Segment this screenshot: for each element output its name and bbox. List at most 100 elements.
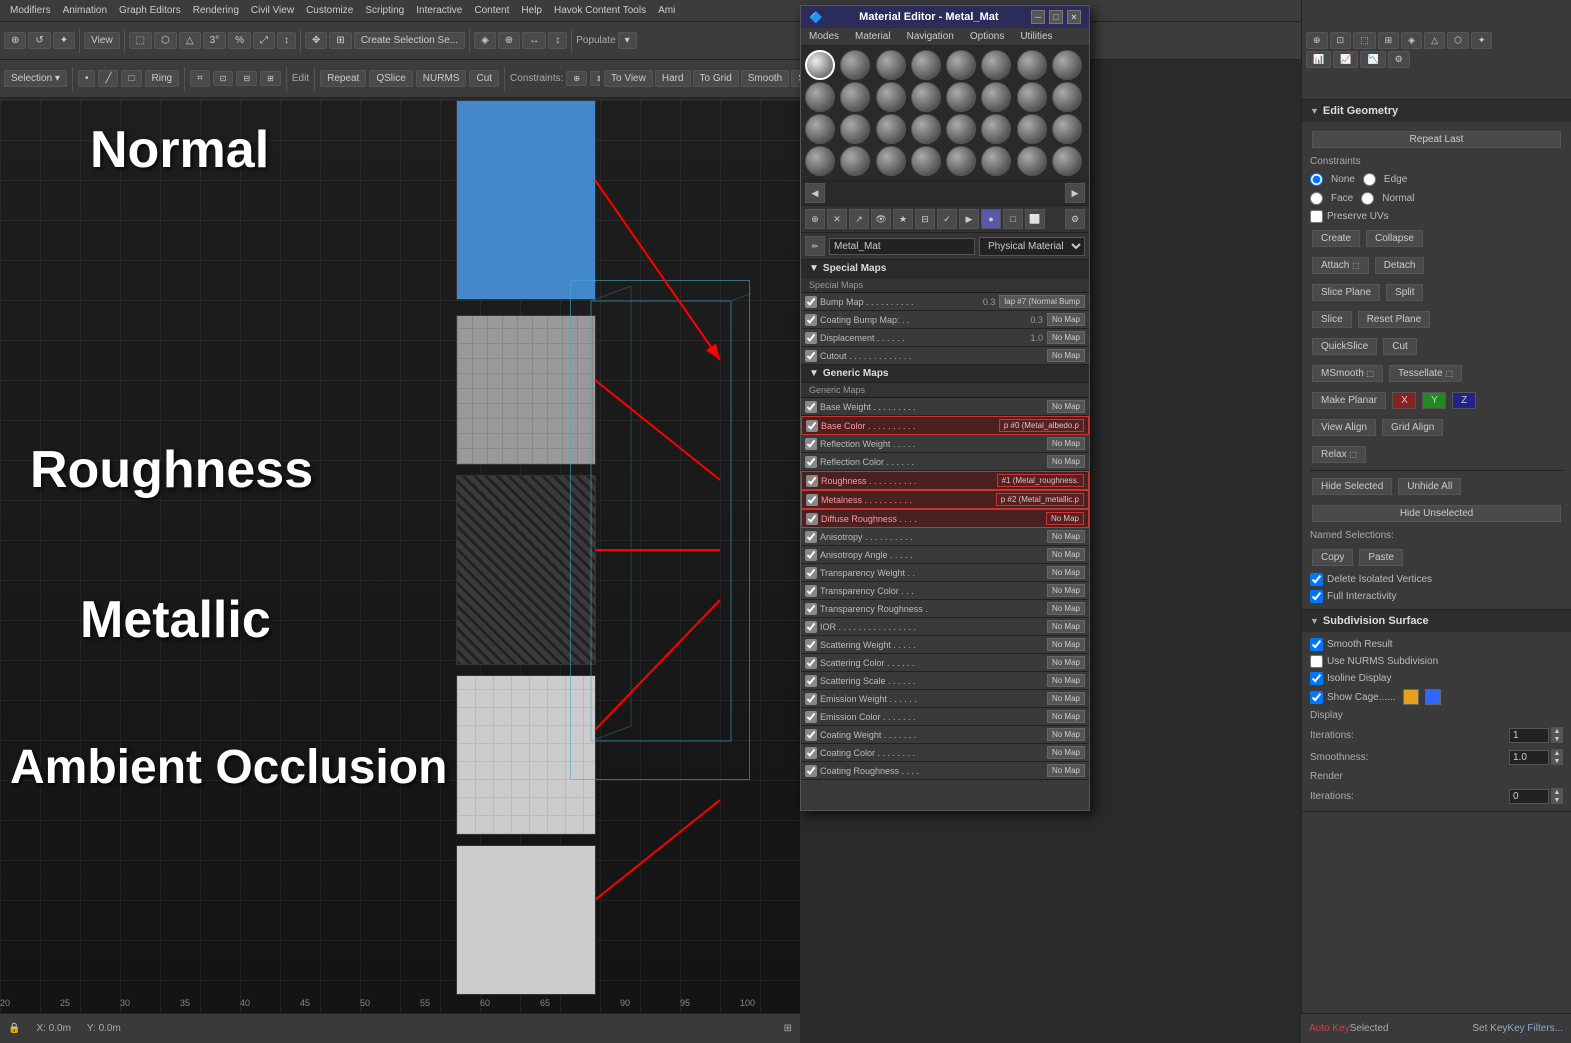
tb-icon-14[interactable]: ⊕ [498,32,520,49]
rp-quickslice-btn[interactable]: QuickSlice [1312,338,1377,355]
sphere-15[interactable] [1052,82,1082,112]
me-nav-btn[interactable]: ✏ [805,236,825,256]
rp-create-btn[interactable]: Create [1312,230,1360,247]
me-map-scatter-scale[interactable]: Scattering Scale . . . . . . No Map [801,672,1089,690]
me-menu-navigation[interactable]: Navigation [899,28,962,45]
me-map-diffrough-btn[interactable]: No Map [1046,512,1084,525]
tb-icon-1[interactable]: ⊕ [4,32,26,49]
me-map-reflweight-check[interactable] [805,438,817,450]
tb-icon-7[interactable]: 3° [203,32,227,49]
rp-icon-9[interactable]: 📊 [1306,51,1331,68]
me-map-coating-color-check[interactable] [805,747,817,759]
me-map-roughness-check[interactable] [806,475,818,487]
cage-color-1[interactable] [1403,689,1419,705]
rp-y-btn[interactable]: Y [1422,392,1446,409]
tb-ring-btn[interactable]: Ring [145,70,180,87]
tb-icon-2[interactable]: ↺ [28,32,50,49]
rp-radio-face[interactable] [1310,192,1323,205]
me-close-btn[interactable]: × [1067,10,1081,24]
me-map-coating-weight-btn[interactable]: No Map [1047,728,1085,741]
me-map-trans-color-check[interactable] [805,585,817,597]
rp-view-align-btn[interactable]: View Align [1312,419,1376,436]
me-map-coating-rough[interactable]: Coating Roughness . . . . No Map [801,762,1089,780]
me-tool-pick[interactable]: ⊕ [805,209,825,229]
sphere-1[interactable] [840,50,870,80]
menu-scripting[interactable]: Scripting [359,3,410,18]
me-map-coatbump-check[interactable] [805,314,817,326]
me-map-coating-color-btn[interactable]: No Map [1047,746,1085,759]
tb-icon-16[interactable]: ↕ [548,32,567,49]
me-map-reflweight[interactable]: Reflection Weight . . . . . No Map [801,435,1089,453]
menu-animation[interactable]: Animation [57,3,113,18]
me-map-trans-weight-check[interactable] [805,567,817,579]
me-map-scatter-scale-btn[interactable]: No Map [1047,674,1085,687]
cage-color-2[interactable] [1425,689,1441,705]
rp-copy-btn[interactable]: Copy [1312,549,1353,566]
me-map-aniso-check[interactable] [805,531,817,543]
me-map-aniso-angle-check[interactable] [805,549,817,561]
me-name-input[interactable] [829,238,975,255]
tb-icon-13[interactable]: ◈ [474,32,496,49]
rp-smoothness-input[interactable] [1509,750,1549,765]
sphere-28[interactable] [946,146,976,176]
sphere-10[interactable] [876,82,906,112]
me-map-basecolor-btn[interactable]: p #0 (Metal_albedo.p [999,419,1084,432]
rp-icon-1[interactable]: ⊕ [1306,32,1328,49]
rp-render-iter-down-btn[interactable]: ▼ [1551,796,1563,804]
me-maps-scroll[interactable]: ▼ Special Maps Special Maps Bump Map . .… [801,260,1089,810]
rp-icon-11[interactable]: 📉 [1360,51,1385,68]
rp-icon-12[interactable]: ⚙ [1388,51,1410,68]
sphere-27[interactable] [911,146,941,176]
me-map-displacement[interactable]: Displacement . . . . . . 1.0 No Map [801,329,1089,347]
menu-rendering[interactable]: Rendering [187,3,245,18]
sphere-13[interactable] [981,82,1011,112]
rp-icon-6[interactable]: △ [1424,32,1445,49]
rp-hide-selected-btn[interactable]: Hide Selected [1312,478,1392,495]
rp-z-btn[interactable]: Z [1452,392,1476,409]
me-map-metalness[interactable]: Metalness . . . . . . . . . . p #2 (Meta… [801,490,1089,509]
sphere-11[interactable] [911,82,941,112]
tb-icon-11[interactable]: ✥ [305,32,327,49]
me-map-emission-weight-check[interactable] [805,693,817,705]
me-arrow-left[interactable]: ◀ [805,183,825,203]
me-map-emission-weight-btn[interactable]: No Map [1047,692,1085,705]
me-map-emission-color-btn[interactable]: No Map [1047,710,1085,723]
me-map-coating-rough-check[interactable] [805,765,817,777]
tb-icon-sm1[interactable]: ⊡ [213,71,234,86]
rp-edit-geometry-header[interactable]: ▼ Edit Geometry [1302,100,1571,122]
me-tool-vert[interactable]: ⬜ [1025,209,1045,229]
me-map-disp-btn[interactable]: No Map [1047,331,1085,344]
me-map-bump-btn[interactable]: lap #7 (Normal Bump [999,295,1085,308]
sphere-20[interactable] [946,114,976,144]
tb-icon-9[interactable]: ⤢ [253,32,275,49]
create-selection-btn[interactable]: Create Selection Se... [354,32,465,49]
me-map-cutout[interactable]: Cutout . . . . . . . . . . . . . No Map [801,347,1089,365]
tb-icon-8[interactable]: % [228,32,251,49]
rp-radio-none[interactable] [1310,173,1323,186]
me-map-coating-rough-btn[interactable]: No Map [1047,764,1085,777]
me-map-reflcolor-btn[interactable]: No Map [1047,455,1085,468]
tb-icon-17[interactable]: ▾ [618,32,637,49]
me-map-aniso-angle-btn[interactable]: No Map [1047,548,1085,561]
me-map-trans-rough-check[interactable] [805,603,817,615]
selection-dropdown[interactable]: Selection ▾ [4,70,67,87]
tb-icon-sm2[interactable]: ⊟ [236,71,257,86]
me-tool-box[interactable]: □ [1003,209,1023,229]
rp-hide-unselected-btn[interactable]: Hide Unselected [1312,505,1561,522]
me-map-ior-btn[interactable]: No Map [1047,620,1085,633]
me-map-scatter-weight[interactable]: Scattering Weight . . . . . No Map [801,636,1089,654]
me-map-trans-color[interactable]: Transparency Color . . . No Map [801,582,1089,600]
rp-split-btn[interactable]: Split [1386,284,1423,301]
tb-const-icon1[interactable]: ⊕ [566,71,587,86]
rp-msmooth-btn[interactable]: MSmooth ⬚ [1312,365,1383,382]
sphere-19[interactable] [911,114,941,144]
me-type-select[interactable]: Physical Material [979,237,1085,256]
rp-icon-4[interactable]: ⊞ [1378,32,1400,49]
me-map-coatbump[interactable]: Coating Bump Map: . . 0.3 No Map [801,311,1089,329]
rp-subdivision-header[interactable]: ▼ Subdivision Surface [1302,610,1571,632]
menu-customize[interactable]: Customize [300,3,359,18]
tb-edge-btn[interactable]: ╱ [98,70,118,87]
tb-view-btn[interactable]: View [84,32,120,49]
hard-btn[interactable]: Hard [655,70,691,87]
rp-paste-btn[interactable]: Paste [1359,549,1403,566]
